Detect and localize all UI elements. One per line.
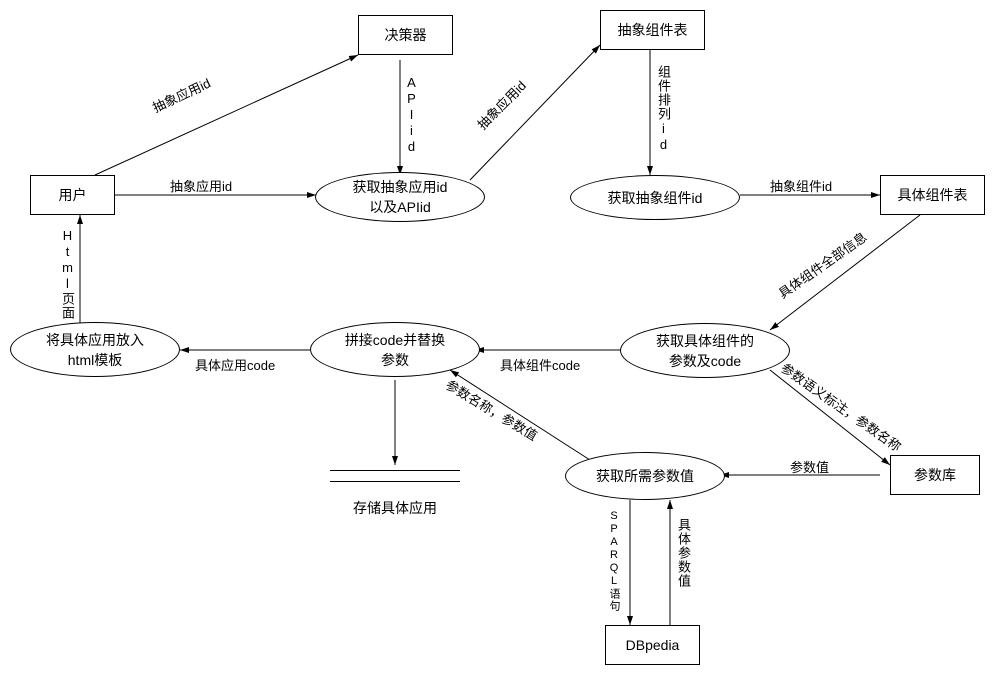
node-put-into-template-label: 将具体应用放入 html模板 <box>46 330 144 370</box>
node-get-abstract-app-api: 获取抽象应用id 以及APIid <box>315 172 485 222</box>
node-get-abstract-component-id-label: 获取抽象组件id <box>608 188 703 208</box>
edge-dbpedia-get-values: 具体参数值 <box>674 518 693 588</box>
node-abstract-component-table-label: 抽象组件表 <box>618 20 688 40</box>
node-param-store: 参数库 <box>890 455 980 495</box>
node-get-concrete-component-label: 获取具体组件的 参数及code <box>656 331 754 371</box>
node-get-concrete-component: 获取具体组件的 参数及code <box>620 323 790 378</box>
node-get-param-values: 获取所需参数值 <box>565 452 725 500</box>
edge-user-decider: 抽象应用id <box>149 73 213 116</box>
edge-param-store-get-values: 参数值 <box>790 457 829 476</box>
node-store-concrete-app-label: 存储具体应用 <box>353 498 437 518</box>
node-get-abstract-component-id: 获取抽象组件id <box>570 175 740 220</box>
node-concrete-component-table-label: 具体组件表 <box>898 185 968 205</box>
edge-get-abstract-table: 抽象应用id <box>472 76 529 133</box>
node-param-store-label: 参数库 <box>914 465 956 485</box>
node-user: 用户 <box>30 175 115 215</box>
edge-user-get-abstract: 抽象应用id <box>170 176 232 195</box>
node-put-into-template: 将具体应用放入 html模板 <box>10 322 180 377</box>
node-decider-label: 决策器 <box>385 25 427 45</box>
node-decider: 决策器 <box>358 15 453 55</box>
edge-get-values-concat: 参数名称，参数值 <box>443 375 542 445</box>
node-abstract-component-table: 抽象组件表 <box>600 10 705 50</box>
node-concat-code-replace-label: 拼接code并替换 参数 <box>345 330 445 370</box>
node-get-param-values-label: 获取所需参数值 <box>596 466 694 486</box>
edge-table-get-component: 组件排列id <box>654 65 673 153</box>
node-get-abstract-app-api-label: 获取抽象应用id 以及APIid <box>353 177 448 217</box>
edge-get-concrete-concat: 具体组件code <box>500 355 580 374</box>
node-concrete-component-table: 具体组件表 <box>880 175 985 215</box>
edge-concat-put-template: 具体应用code <box>195 355 275 374</box>
edge-get-concrete-param-store: 参数语义标注，参数名称 <box>777 358 905 456</box>
edge-concrete-table-get-concrete: 具体组件全部信息 <box>774 227 870 302</box>
edge-get-component-concrete-table: 抽象组件id <box>770 176 832 195</box>
node-concat-code-replace: 拼接code并替换 参数 <box>310 322 480 377</box>
datastore-line-bottom <box>330 481 460 482</box>
edge-put-template-user: Html页面 <box>58 228 77 320</box>
datastore-line-top <box>330 470 460 471</box>
edge-get-values-dbpedia: SPARQL语句 <box>606 510 622 612</box>
node-dbpedia-label: DBpedia <box>626 637 680 653</box>
node-dbpedia: DBpedia <box>605 625 700 665</box>
node-store-concrete-app: 存储具体应用 <box>330 460 460 518</box>
node-user-label: 用户 <box>59 185 87 205</box>
edge-decider-get-abstract: APIid <box>404 75 419 155</box>
